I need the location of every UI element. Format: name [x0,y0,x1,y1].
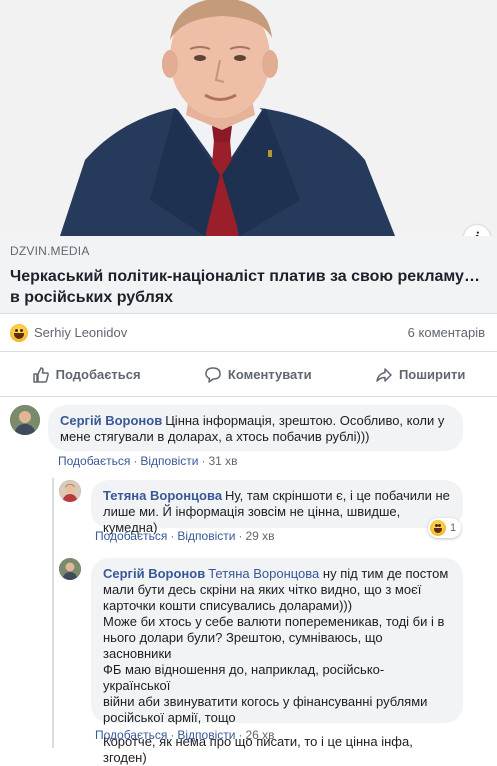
reply-text-line-7: війни аби звинуватити когось у фінансува… [103,694,428,709]
reply-reaction-badge[interactable]: 1 [428,518,462,538]
reply-time[interactable]: 29 хв [245,529,274,543]
reply: Сергій Воронов Тетяна Воронцова ну під ти… [59,558,463,765]
reactor-name[interactable]: Serhiy Leonidov [34,325,127,340]
avatar[interactable] [59,558,81,580]
comment-time[interactable]: 31 хв [208,454,237,468]
comment-meta: Подобається · Відповісти · 31 хв [58,454,238,468]
comment-reply-link[interactable]: Відповісти [140,454,198,468]
reply-bubble: Сергій Воронов Тетяна Воронцова ну під ти… [91,558,463,765]
reply-text-line-5: нього долари були? Зрештою, сумніваюсь, … [103,630,383,661]
reply-mention[interactable]: Тетяна Воронцова [208,566,319,581]
reply-meta: Подобається · Відповісти · 26 хв [95,728,275,742]
post-actions: Подобається Коментувати Поширити [0,353,497,397]
avatar[interactable] [10,405,40,435]
comment-like-link[interactable]: Подобається [58,454,130,468]
reply: Тетяна Воронцова Ну, там скріншоти є, і ц… [59,480,463,535]
reply-text-line-4: Може би хтось у себе валюти попеременика… [103,614,445,629]
link-preview-image[interactable] [0,0,497,236]
comment: Сергій Воронов Цінна інформація, зрештою.… [10,405,463,451]
reply-reply-link[interactable]: Відповісти [177,728,235,742]
avatar[interactable] [59,480,81,502]
comment-text-line-2: мене стягували в доларах, а хтось побачи… [60,429,370,444]
reply-reaction-count: 1 [450,522,457,534]
politician-photo [0,0,497,236]
link-title-line-1: Черкаський політик-націоналіст платив за… [10,268,480,285]
comment-label: Коментувати [227,367,312,382]
reply-text-line-6: ФБ маю відношення до, наприклад, російсь… [103,662,385,693]
laugh-emoji-icon[interactable] [10,323,28,342]
share-arrow-icon [376,367,392,382]
reactions-summary: Serhiy Leonidov 6 коментарів [0,314,497,352]
avatar-photo-icon [59,558,81,580]
reply-like-link[interactable]: Подобається [95,529,167,543]
share-button[interactable]: Поширити [375,366,465,384]
comment-bubble-icon [205,366,221,383]
reply-text-line-1: ну під тим де постом [322,566,449,581]
reply-like-link[interactable]: Подобається [95,728,167,742]
like-label: Подобається [55,367,141,382]
thumbs-up-icon [32,366,49,383]
comment-bubble: Сергій Воронов Цінна інформація, зрештою.… [48,405,463,451]
reply-time[interactable]: 26 хв [245,728,274,742]
link-title[interactable]: Черкаський політик-націоналіст платив за… [10,266,487,308]
comment-text-line-1: Цінна інформація, зрештою. Особливо, кол… [165,413,445,428]
comment-button[interactable]: Коментувати [204,366,312,384]
reply-author[interactable]: Сергій Воронов [103,566,205,581]
link-title-line-2: в російських рублях [10,289,174,306]
share-label: Поширити [398,367,466,382]
reply-author[interactable]: Тетяна Воронцова [103,488,222,503]
avatar-photo-icon [10,405,40,435]
reply-reply-link[interactable]: Відповісти [177,529,235,543]
laugh-emoji-icon [430,520,446,536]
comments-count[interactable]: 6 коментарів [408,325,485,340]
comment-author[interactable]: Сергій Воронов [60,413,162,428]
link-preview-meta[interactable]: DZVIN.MEDIA Черкаський політик-націоналі… [0,236,497,314]
reply-text-line-3: карточки кошти списувались доларами))) [103,598,353,613]
link-domain: DZVIN.MEDIA [10,244,90,258]
reply-text-line-1: Ну, там скріншоти є, і це побачили не [225,488,450,503]
like-button[interactable]: Подобається [32,366,141,384]
reply-bubble: Тетяна Воронцова Ну, там скріншоти є, і ц… [91,480,463,535]
reply-text-line-8: російської армії, тощо [103,710,236,725]
reply-thread-line [52,478,54,748]
reply-text-line-2: мали бути десь скріни на яких чітко видн… [103,582,422,597]
reply-meta: Подобається · Відповісти · 29 хв [95,529,275,543]
avatar-photo-icon [59,480,81,502]
